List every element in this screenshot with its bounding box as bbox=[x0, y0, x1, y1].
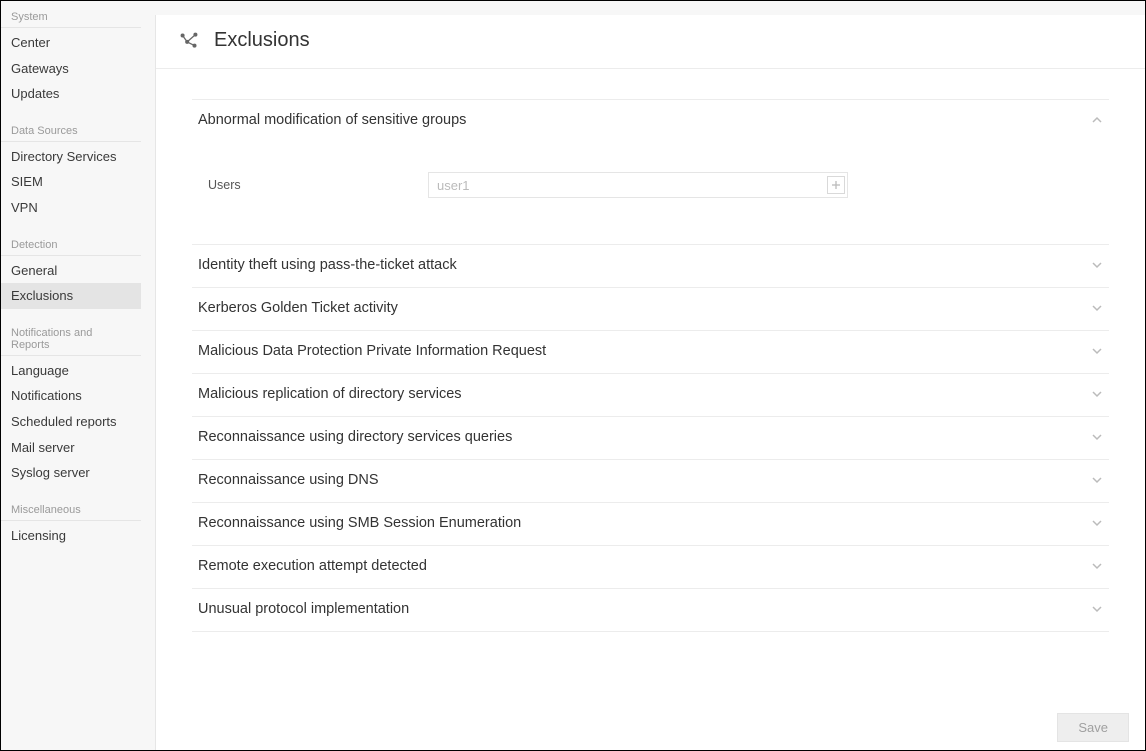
chevron-down-icon bbox=[1091, 474, 1103, 486]
exclusions-panels: Abnormal modification of sensitive group… bbox=[156, 69, 1145, 750]
panel-title: Identity theft using pass-the-ticket att… bbox=[198, 257, 457, 273]
panel-header[interactable]: Kerberos Golden Ticket activity bbox=[192, 288, 1109, 330]
panel-pass-the-ticket: Identity theft using pass-the-ticket att… bbox=[192, 244, 1109, 287]
save-bar: Save bbox=[1057, 713, 1129, 742]
sidebar-item-scheduledreports[interactable]: Scheduled reports bbox=[1, 409, 141, 435]
panel-header[interactable]: Remote execution attempt detected bbox=[192, 546, 1109, 588]
panel-malicious-dpapi: Malicious Data Protection Private Inform… bbox=[192, 330, 1109, 373]
chevron-down-icon bbox=[1091, 259, 1103, 271]
sidebar-item-center[interactable]: Center bbox=[1, 30, 141, 56]
panel-recon-dns: Reconnaissance using DNS bbox=[192, 459, 1109, 502]
sidebar-item-general[interactable]: General bbox=[1, 258, 141, 284]
panel-body: Users bbox=[192, 142, 1109, 244]
panel-malicious-replication: Malicious replication of directory servi… bbox=[192, 373, 1109, 416]
page-title: Exclusions bbox=[214, 29, 310, 52]
chevron-up-icon bbox=[1091, 114, 1103, 126]
sidebar-item-gateways[interactable]: Gateways bbox=[1, 56, 141, 82]
sidebar-item-directoryservices[interactable]: Directory Services bbox=[1, 144, 141, 170]
panel-title: Kerberos Golden Ticket activity bbox=[198, 300, 398, 316]
page-header: Exclusions bbox=[156, 15, 1145, 69]
sidebar-item-mailserver[interactable]: Mail server bbox=[1, 435, 141, 461]
panel-header[interactable]: Identity theft using pass-the-ticket att… bbox=[192, 245, 1109, 287]
panel-title: Reconnaissance using directory services … bbox=[198, 429, 512, 445]
sidebar-section-header-system: System bbox=[1, 7, 141, 28]
chevron-down-icon bbox=[1091, 302, 1103, 314]
sidebar-item-vpn[interactable]: VPN bbox=[1, 195, 141, 221]
panel-header[interactable]: Reconnaissance using directory services … bbox=[192, 417, 1109, 459]
sidebar-section-header-notifications: Notifications and Reports bbox=[1, 321, 141, 356]
panel-header[interactable]: Reconnaissance using SMB Session Enumera… bbox=[192, 503, 1109, 545]
panel-header[interactable]: Unusual protocol implementation bbox=[192, 589, 1109, 631]
panel-header[interactable]: Reconnaissance using DNS bbox=[192, 460, 1109, 502]
panel-recon-directory: Reconnaissance using directory services … bbox=[192, 416, 1109, 459]
sidebar: System Center Gateways Updates Data Sour… bbox=[1, 1, 141, 750]
panel-header[interactable]: Malicious replication of directory servi… bbox=[192, 374, 1109, 416]
sidebar-item-siem[interactable]: SIEM bbox=[1, 169, 141, 195]
sidebar-section-header-misc: Miscellaneous bbox=[1, 498, 141, 521]
sidebar-section-header-detection: Detection bbox=[1, 233, 141, 256]
sidebar-item-exclusions[interactable]: Exclusions bbox=[1, 283, 141, 309]
network-nodes-icon bbox=[178, 30, 200, 52]
panel-title: Abnormal modification of sensitive group… bbox=[198, 112, 466, 128]
sidebar-item-licensing[interactable]: Licensing bbox=[1, 523, 141, 549]
chevron-down-icon bbox=[1091, 517, 1103, 529]
panel-title: Reconnaissance using DNS bbox=[198, 472, 379, 488]
panel-header[interactable]: Malicious Data Protection Private Inform… bbox=[192, 331, 1109, 373]
chevron-down-icon bbox=[1091, 431, 1103, 443]
chevron-down-icon bbox=[1091, 603, 1103, 615]
users-input-wrap bbox=[428, 172, 848, 198]
chevron-down-icon bbox=[1091, 560, 1103, 572]
main-content: Exclusions Abnormal modification of sens… bbox=[155, 15, 1145, 750]
chevron-down-icon bbox=[1091, 345, 1103, 357]
chevron-down-icon bbox=[1091, 388, 1103, 400]
users-input[interactable] bbox=[428, 172, 848, 198]
add-user-button[interactable] bbox=[827, 176, 845, 194]
panel-unusual-protocol: Unusual protocol implementation bbox=[192, 588, 1109, 632]
panel-title: Remote execution attempt detected bbox=[198, 558, 427, 574]
panel-title: Malicious Data Protection Private Inform… bbox=[198, 343, 546, 359]
save-button[interactable]: Save bbox=[1057, 713, 1129, 742]
sidebar-item-updates[interactable]: Updates bbox=[1, 81, 141, 107]
sidebar-section-header-datasources: Data Sources bbox=[1, 119, 141, 142]
panel-header[interactable]: Abnormal modification of sensitive group… bbox=[192, 100, 1109, 142]
panel-title: Malicious replication of directory servi… bbox=[198, 386, 462, 402]
panel-title: Reconnaissance using SMB Session Enumera… bbox=[198, 515, 521, 531]
panel-remote-execution: Remote execution attempt detected bbox=[192, 545, 1109, 588]
sidebar-item-notifications[interactable]: Notifications bbox=[1, 383, 141, 409]
panel-kerberos-golden-ticket: Kerberos Golden Ticket activity bbox=[192, 287, 1109, 330]
panel-recon-smb: Reconnaissance using SMB Session Enumera… bbox=[192, 502, 1109, 545]
sidebar-item-language[interactable]: Language bbox=[1, 358, 141, 384]
sidebar-item-syslogserver[interactable]: Syslog server bbox=[1, 460, 141, 486]
panel-title: Unusual protocol implementation bbox=[198, 601, 409, 617]
users-label: Users bbox=[198, 178, 428, 192]
panel-abnormal-modification: Abnormal modification of sensitive group… bbox=[192, 99, 1109, 244]
